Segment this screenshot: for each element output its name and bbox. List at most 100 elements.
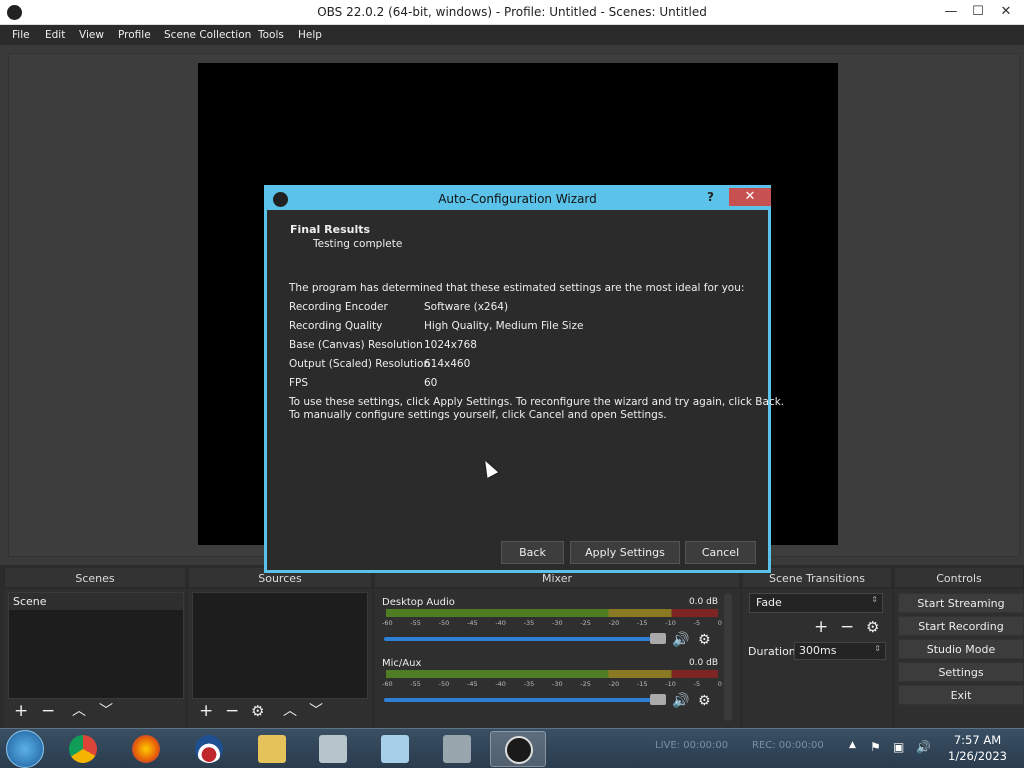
sources-list[interactable] xyxy=(192,592,368,699)
sources-panel: + − ⚙ ︿ ﹀ xyxy=(188,589,372,728)
window-titlebar: OBS 22.0.2 (64-bit, windows) - Profile: … xyxy=(0,0,1024,25)
taskbar-notepad[interactable] xyxy=(367,731,423,767)
app-icon xyxy=(319,735,347,763)
controls-dock-header: Controls xyxy=(894,567,1024,588)
spinner-icon[interactable]: ⇕ xyxy=(874,644,881,653)
dialog-close-button[interactable]: ✕ xyxy=(729,188,771,206)
menu-file[interactable]: File xyxy=(12,29,30,41)
channel-name: Desktop Audio xyxy=(382,597,455,608)
meter-ticks: -60 -55 -50 -45 -40 -35 -30 -25 -20 -15 -10 -5 0 xyxy=(382,619,722,627)
channel-db: 0.0 dB xyxy=(688,658,718,668)
taskbar-app-3[interactable] xyxy=(181,731,237,767)
transition-selected-value: Fade xyxy=(756,596,782,609)
remove-transition-icon[interactable]: − xyxy=(840,619,854,636)
live-status: LIVE: 00:00:00 xyxy=(655,740,729,751)
setting-value: High Quality, Medium File Size xyxy=(424,320,584,332)
setting-label: FPS xyxy=(289,377,309,389)
add-transition-icon[interactable]: + xyxy=(814,619,828,636)
maximize-button[interactable]: ☐ xyxy=(964,2,992,22)
menu-edit[interactable]: Edit xyxy=(45,29,65,41)
taskbar-obs[interactable] xyxy=(490,731,546,767)
flag-icon[interactable]: ⚑ xyxy=(870,740,881,754)
taskbar-firefox[interactable] xyxy=(118,731,174,767)
move-down-icon[interactable]: ﹀ xyxy=(309,703,323,720)
folder-icon xyxy=(258,735,286,763)
channel-name: Mic/Aux xyxy=(382,658,422,669)
setting-value: 1024x768 xyxy=(424,339,477,351)
channel-db: 0.0 dB xyxy=(688,597,718,607)
add-source-icon[interactable]: + xyxy=(199,703,213,720)
start-recording-button[interactable]: Start Recording xyxy=(898,616,1024,636)
scene-item[interactable]: Scene xyxy=(9,593,183,610)
mixer-channel-desktop-audio: Desktop Audio 0.0 dB -60 -55 -50 -45 -40 -35-… xyxy=(382,597,722,655)
setting-value: 614x460 xyxy=(424,358,471,370)
add-scene-icon[interactable]: + xyxy=(14,703,28,720)
clock-time: 7:57 AM xyxy=(953,733,1002,747)
transition-select[interactable]: Fade ⇕ xyxy=(749,593,883,613)
close-button[interactable]: ✕ xyxy=(992,2,1020,22)
speaker-icon[interactable]: 🔊 xyxy=(672,632,689,648)
rec-status: REC: 00:00:00 xyxy=(752,740,824,751)
taskbar-app-5[interactable] xyxy=(305,731,361,767)
apply-settings-button[interactable]: Apply Settings xyxy=(570,541,680,564)
menu-view[interactable]: View xyxy=(79,29,104,41)
transitions-panel: Fade ⇕ + − ⚙ Duration 300ms ⇕ xyxy=(742,589,892,728)
setting-label: Output (Scaled) Resolution xyxy=(289,358,431,370)
results-note-apply: To use these settings, click Apply Setti… xyxy=(289,396,785,408)
minimize-button[interactable]: — xyxy=(937,2,965,22)
cancel-button[interactable]: Cancel xyxy=(685,541,756,564)
obama-logo-icon xyxy=(195,735,223,763)
volume-icon[interactable]: 🔊 xyxy=(916,740,931,754)
setting-label: Recording Quality xyxy=(289,320,383,332)
mixer-channel-mic-aux: Mic/Aux 0.0 dB -60 -55 -50 -45 -40 -35 -30 -25-… xyxy=(382,658,722,716)
volume-slider[interactable] xyxy=(384,637,666,641)
volume-slider-handle[interactable] xyxy=(650,694,666,705)
move-up-icon[interactable]: ︿ xyxy=(72,703,86,720)
exit-button[interactable]: Exit xyxy=(898,685,1024,705)
move-down-icon[interactable]: ﹀ xyxy=(99,703,113,720)
move-up-icon[interactable]: ︿ xyxy=(283,703,297,720)
obs-icon xyxy=(505,736,533,764)
scenes-panel: Scene + − ︿ ﹀ xyxy=(4,589,186,728)
setting-label: Recording Encoder xyxy=(289,301,388,313)
results-intro: The program has determined that these es… xyxy=(289,282,745,294)
start-streaming-button[interactable]: Start Streaming xyxy=(898,593,1024,613)
duration-input[interactable]: 300ms ⇕ xyxy=(794,642,886,660)
taskbar-chrome[interactable] xyxy=(55,731,111,767)
meter-ticks: -60 -55 -50 -45 -40 -35 -30 -25 -20 -15 -10 -5 0 xyxy=(382,680,722,688)
volume-slider-handle[interactable] xyxy=(650,633,666,644)
settings-button[interactable]: Settings xyxy=(898,662,1024,682)
results-subheading: Testing complete xyxy=(313,238,403,250)
gear-icon[interactable]: ⚙ xyxy=(698,693,711,709)
studio-mode-button[interactable]: Studio Mode xyxy=(898,639,1024,659)
source-properties-gear-icon[interactable]: ⚙ xyxy=(251,703,264,720)
taskbar-app-7[interactable] xyxy=(429,731,485,767)
app-icon xyxy=(443,735,471,763)
network-icon[interactable]: ▣ xyxy=(893,740,904,754)
remove-scene-icon[interactable]: − xyxy=(41,703,55,720)
window-title: OBS 22.0.2 (64-bit, windows) - Profile: … xyxy=(317,5,707,19)
menu-profile[interactable]: Profile xyxy=(118,29,151,41)
system-clock[interactable]: 7:57 AM 1/26/2023 xyxy=(935,732,1020,764)
menu-scene-collection[interactable]: Scene Collection xyxy=(164,29,251,41)
auto-config-wizard-dialog: Auto-Configuration Wizard ? ✕ Final Resu… xyxy=(264,185,784,573)
taskbar-file-explorer[interactable] xyxy=(244,731,300,767)
mixer-scrollbar[interactable] xyxy=(724,593,732,721)
clock-date: 1/26/2023 xyxy=(948,749,1007,763)
menu-tools[interactable]: Tools xyxy=(258,29,284,41)
remove-source-icon[interactable]: − xyxy=(225,703,239,720)
tray-expand-icon[interactable]: ▲ xyxy=(849,740,856,750)
notepad-icon xyxy=(381,735,409,763)
firefox-icon xyxy=(132,735,160,763)
speaker-icon[interactable]: 🔊 xyxy=(672,693,689,709)
taskbar: LIVE: 00:00:00 REC: 00:00:00 ▲ ⚑ ▣ 🔊 7:5… xyxy=(0,728,1024,768)
dialog-title: Auto-Configuration Wizard xyxy=(438,192,597,206)
back-button[interactable]: Back xyxy=(501,541,564,564)
gear-icon[interactable]: ⚙ xyxy=(698,632,711,648)
transition-gear-icon[interactable]: ⚙ xyxy=(866,619,879,636)
volume-slider[interactable] xyxy=(384,698,666,702)
scenes-list[interactable]: Scene xyxy=(8,592,184,699)
start-button[interactable] xyxy=(6,730,44,768)
menu-help[interactable]: Help xyxy=(298,29,322,41)
help-button[interactable]: ? xyxy=(707,190,714,204)
